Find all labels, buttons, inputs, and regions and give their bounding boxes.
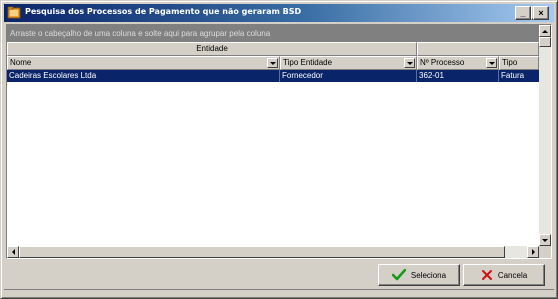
cell-n-processo: 362-01 [417,70,499,82]
seleciona-button[interactable]: Seleciona [378,264,460,286]
close-icon: × [538,8,544,18]
column-label: Tipo Entidade [283,58,333,67]
vertical-scroll-thumb[interactable] [539,37,551,47]
column-header-tipo[interactable]: Tipo [499,56,539,70]
scroll-left-button[interactable] [7,246,19,258]
cancela-button[interactable]: Cancela [463,264,545,286]
group-by-panel[interactable]: Arraste o cabeçalho de uma coluna e solt… [7,25,539,42]
band-header-entidade[interactable]: Entidade [7,42,417,56]
band-header-row: Entidade [7,42,539,56]
minimize-button[interactable]: _ [515,6,531,20]
horizontal-scrollbar[interactable] [7,246,539,258]
folder-app-icon [7,6,21,19]
cell-nome: Cadeiras Escolares Ltda [7,70,280,82]
checkmark-icon [391,269,406,281]
column-label: Nº Processo [420,58,465,67]
seleciona-label: Seleciona [410,270,447,280]
arrow-right-icon [531,249,535,255]
column-header-tipo-entidade[interactable]: Tipo Entidade [280,56,417,70]
filter-dropdown-icon[interactable] [404,58,415,68]
close-button[interactable]: × [533,6,549,20]
dialog-window: Pesquisa dos Processos de Pagamento que … [0,0,558,299]
cancel-x-icon [481,270,492,280]
column-header-n-processo[interactable]: Nº Processo [417,56,499,70]
cell-tipo-entidade: Fornecedor [280,70,417,82]
horizontal-scroll-thumb[interactable] [19,246,505,258]
column-header-nome[interactable]: Nome [7,56,280,70]
scrollbar-corner [539,246,551,258]
window-title: Pesquisa dos Processos de Pagamento que … [25,7,302,16]
cancela-label: Cancela [497,270,528,280]
band-header-empty [417,42,539,56]
column-header-row: Nome Tipo Entidade Nº Processo Tipo [7,56,539,70]
filter-dropdown-icon[interactable] [267,58,278,68]
arrow-down-icon [542,238,548,242]
title-bar[interactable]: Pesquisa dos Processos de Pagamento que … [4,4,554,22]
scroll-up-button[interactable] [539,25,551,37]
column-label: Tipo [502,58,518,67]
results-grid[interactable]: Arraste o cabeçalho de uma coluna e solt… [6,24,552,259]
arrow-up-icon [542,29,548,33]
scroll-right-button[interactable] [527,246,539,258]
scroll-down-button[interactable] [539,234,551,246]
minimize-icon: _ [520,8,526,18]
table-row[interactable]: Cadeiras Escolares Ltda Fornecedor 362-0… [7,70,539,82]
status-bar [4,289,554,297]
cell-tipo: Fatura [501,71,525,80]
arrow-left-icon [11,249,15,255]
group-by-hint: Arraste o cabeçalho de uma coluna e solt… [10,29,271,38]
vertical-scrollbar[interactable] [539,25,551,246]
filter-dropdown-icon[interactable] [486,58,497,68]
column-label: Nome [10,58,32,67]
